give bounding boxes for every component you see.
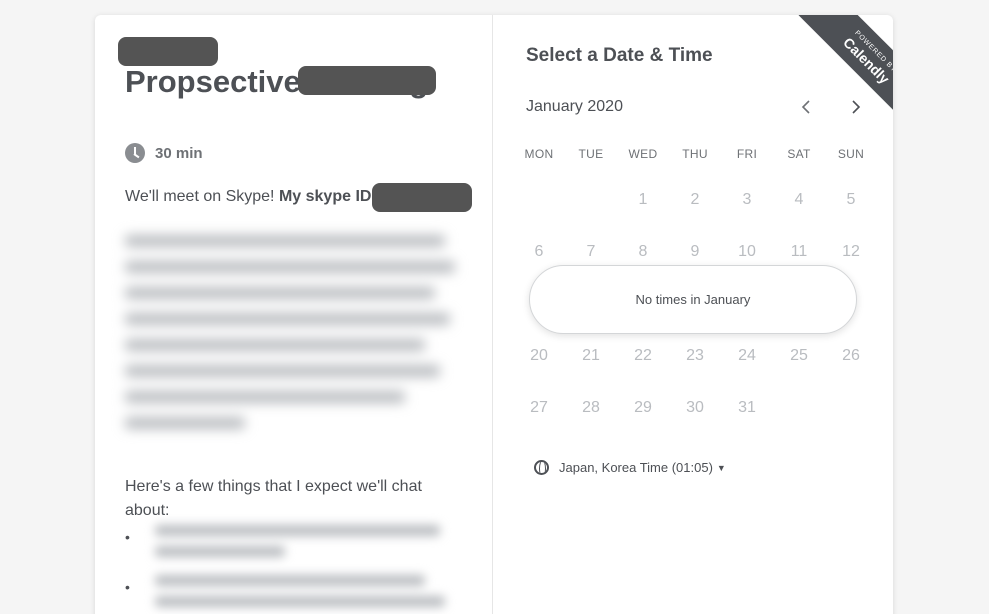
redacted-skype-id [372,183,472,212]
calendar-day [825,395,877,421]
calendar-week-2: 6 7 8 9 10 11 12 [513,239,877,270]
calendar-day: 8 [638,243,648,260]
skype-id-label: My skype ID: [278,188,377,205]
no-times-banner: No times in January [529,265,857,334]
weekday-sat: SAT [787,147,811,161]
calendar-day: 29 [634,399,652,416]
calendar-day: 6 [534,243,544,260]
calendar-day: 25 [790,347,808,364]
calendar-day: 20 [530,347,548,364]
calendar-week-4: 20 21 22 23 24 25 26 [513,343,877,369]
calendar-day: 3 [742,191,752,208]
calendar-day-today: 9 [669,239,721,270]
clock-icon [125,143,145,163]
caret-down-icon: ▼ [716,462,726,473]
blurred-description [125,235,465,455]
event-details-panel: Propsective meeting 30 min We'll meet on… [95,15,493,614]
globe-icon [534,460,549,475]
booking-card: Propsective meeting 30 min We'll meet on… [95,15,893,614]
duration-label: 30 min [155,144,203,162]
blurred-agenda-item [155,525,445,567]
calendar-day: 23 [686,347,704,364]
calendly-ribbon: POWERED BY Calendly [798,15,893,120]
calendar-day: 28 [582,399,600,416]
calendar-day: 7 [586,243,596,260]
list-item: • [125,575,465,614]
bullet-marker: • [125,529,130,545]
calendar-day: 1 [638,191,648,208]
weekday-fri: FRI [736,147,758,161]
powered-by-calendly-badge[interactable]: POWERED BY Calendly [788,15,893,120]
calendar-day: 22 [634,347,652,364]
calendar-day: 21 [582,347,600,364]
calendar-day: 24 [738,347,756,364]
timezone-label: Japan, Korea Time (01:05) [559,460,713,475]
expect-text: Here's a few things that I expect we'll … [125,478,422,519]
calendar-day: 12 [842,243,860,260]
redacted-host-name [118,37,218,66]
location-prefix: We'll meet on Skype! [125,188,275,205]
calendar-day: 26 [842,347,860,364]
calendar-day [773,395,825,421]
date-picker-panel: Select a Date & Time January 2020 MON TU… [494,15,893,614]
blurred-agenda-item [155,575,445,614]
weekday-sun: SUN [837,147,865,161]
calendar-day: 31 [738,399,756,416]
weekday-thu: THU [682,147,708,161]
event-duration: 30 min [125,143,203,163]
bullet-marker: • [125,579,130,595]
weekday-header: MON TUE WED THU FRI SAT SUN [513,147,877,161]
calendar-day: 4 [794,191,804,208]
agenda-list: • • [125,525,465,614]
date-picker-heading: Select a Date & Time [526,45,713,66]
calendar-day [513,187,565,213]
weekday-tue: TUE [578,147,604,161]
event-location: We'll meet on Skype! My skype ID: [125,188,377,206]
redacted-title-suffix [298,66,436,95]
calendar-day: 11 [790,243,808,260]
list-item: • [125,525,465,575]
weekday-mon: MON [524,147,554,161]
calendar-day: 2 [690,191,700,208]
calendar-day: 30 [686,399,704,416]
weekday-wed: WED [628,147,658,161]
month-label: January 2020 [526,98,623,115]
calendar-day: 27 [530,399,548,416]
calendar-day [565,187,617,213]
calendar-week-1: 1 2 3 4 5 [513,187,877,213]
calendar-day: 5 [846,191,856,208]
timezone-selector[interactable]: Japan, Korea Time (01:05) ▼ [534,460,726,475]
calendar-day: 10 [738,243,756,260]
calendar-week-5: 27 28 29 30 31 [513,395,877,421]
